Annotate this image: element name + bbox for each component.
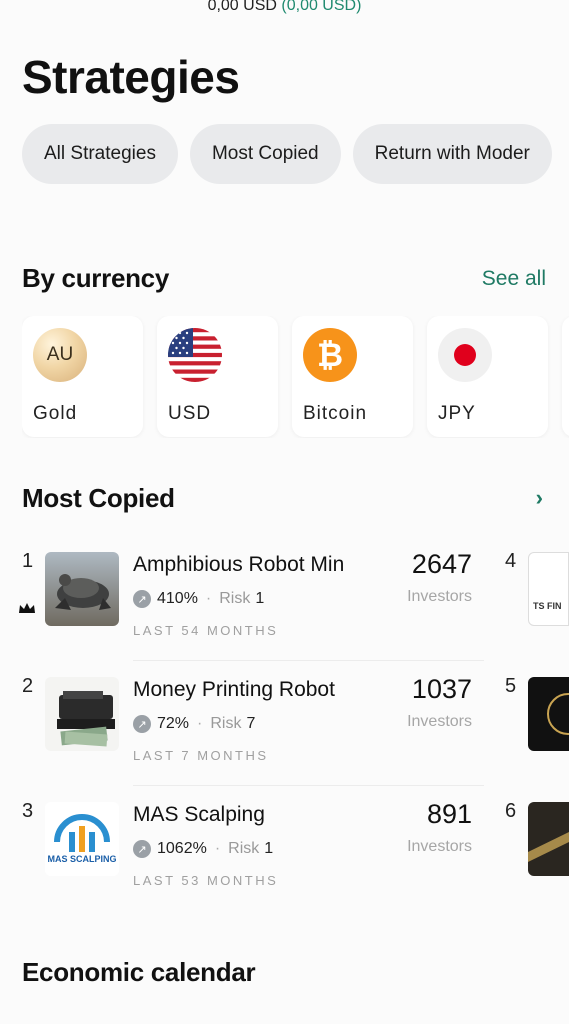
divider — [133, 785, 484, 786]
strategy-period: LAST 54 MONTHS — [133, 623, 279, 638]
chip-most-copied[interactable]: Most Copied — [189, 124, 341, 184]
by-currency-title: By currency — [22, 263, 169, 293]
page-title: Strategies — [22, 51, 240, 103]
bitcoin-icon: ₿ — [303, 328, 357, 382]
japan-flag-icon — [438, 328, 492, 382]
currency-label: JPY — [438, 403, 476, 424]
risk-label: Risk — [219, 590, 251, 607]
strategy-return: 72% — [157, 715, 190, 732]
strategy-name: Money Printing Robot — [133, 678, 335, 701]
investors-label: Investors — [407, 838, 472, 855]
risk-value: 1 — [255, 590, 265, 607]
balance-converted: (0,00 USD) — [281, 0, 362, 14]
balance-header: 0,00 USD (0,00 USD) — [0, 0, 569, 15]
divider — [133, 660, 484, 661]
growth-icon: ↗ — [133, 590, 151, 608]
growth-icon: ↗ — [133, 715, 151, 733]
strategy-name: MAS Scalping — [133, 803, 265, 826]
investors-count: 2647 — [411, 549, 472, 579]
chip-all-strategies[interactable]: All Strategies — [22, 124, 178, 184]
rank-number: 4 — [505, 550, 517, 572]
chevron-right-icon[interactable]: › — [536, 485, 543, 511]
us-flag-icon — [168, 328, 222, 382]
currency-label: USD — [168, 403, 212, 424]
risk-label: Risk — [210, 715, 242, 732]
investors-label: Investors — [407, 588, 472, 605]
strategy-thumbnail — [45, 677, 119, 751]
growth-icon: ↗ — [133, 840, 151, 858]
currency-carousel: AU Gold USD ₿ Bitcoin JPY — [22, 316, 569, 438]
strategy-thumbnail: MAS SCALPING — [45, 802, 119, 876]
risk-value: 7 — [246, 715, 256, 732]
currency-card-gold[interactable]: AU Gold — [22, 316, 143, 437]
strategy-thumbnail — [45, 552, 119, 626]
see-all-link[interactable]: See all — [482, 267, 546, 291]
balance-amount: 0,00 USD — [207, 0, 277, 14]
strategy-period: LAST 7 MONTHS — [133, 748, 269, 763]
risk-label: Risk — [228, 840, 260, 857]
currency-label: Bitcoin — [303, 403, 368, 424]
gold-coin-icon: AU — [33, 328, 87, 382]
thumbnail-text: TS FIN — [533, 601, 562, 611]
strategy-thumbnail[interactable]: TS FIN — [528, 552, 569, 626]
filter-chips: All Strategies Most Copied Return with M… — [22, 124, 569, 186]
most-copied-title: Most Copied — [22, 483, 175, 513]
strategy-name: Amphibious Robot Min — [133, 553, 345, 576]
currency-card-usd[interactable]: USD — [157, 316, 278, 437]
rank-number: 3 — [22, 800, 34, 822]
rank-number: 6 — [505, 800, 517, 822]
rank-number: 1 — [22, 550, 34, 572]
currency-label: Gold — [33, 403, 78, 424]
strategy-return: 1062% — [157, 840, 207, 857]
investors-count: 1037 — [411, 674, 472, 704]
currency-card-bitcoin[interactable]: ₿ Bitcoin — [292, 316, 413, 437]
strategy-row[interactable]: 1 Amphibious Robot Min ↗ 410% · Risk 1 L… — [0, 540, 490, 665]
rank-number: 2 — [22, 675, 34, 697]
economic-calendar-title: Economic calendar — [22, 957, 256, 987]
strategy-row[interactable]: 3 MAS SCALPING MAS Scalping ↗ 1062% · Ri… — [0, 790, 490, 915]
currency-card-jpy[interactable]: JPY — [427, 316, 548, 437]
rank-number: 5 — [505, 675, 517, 697]
risk-value: 1 — [264, 840, 274, 857]
strategy-row[interactable]: 2 Money Printing Robot ↗ 72% · Risk 7 LA… — [0, 665, 490, 790]
currency-card-more[interactable] — [562, 316, 569, 437]
strategy-thumbnail[interactable] — [528, 677, 569, 751]
investors-count: 891 — [426, 799, 472, 829]
investors-label: Investors — [407, 713, 472, 730]
chip-return-with-moderate-risk[interactable]: Return with Moder — [352, 124, 552, 184]
strategy-thumbnail[interactable] — [528, 802, 569, 876]
thumbnail-text: MAS SCALPING — [47, 854, 117, 864]
strategy-return: 410% — [157, 590, 198, 607]
strategy-period: LAST 53 MONTHS — [133, 873, 279, 888]
crown-icon — [19, 603, 35, 613]
